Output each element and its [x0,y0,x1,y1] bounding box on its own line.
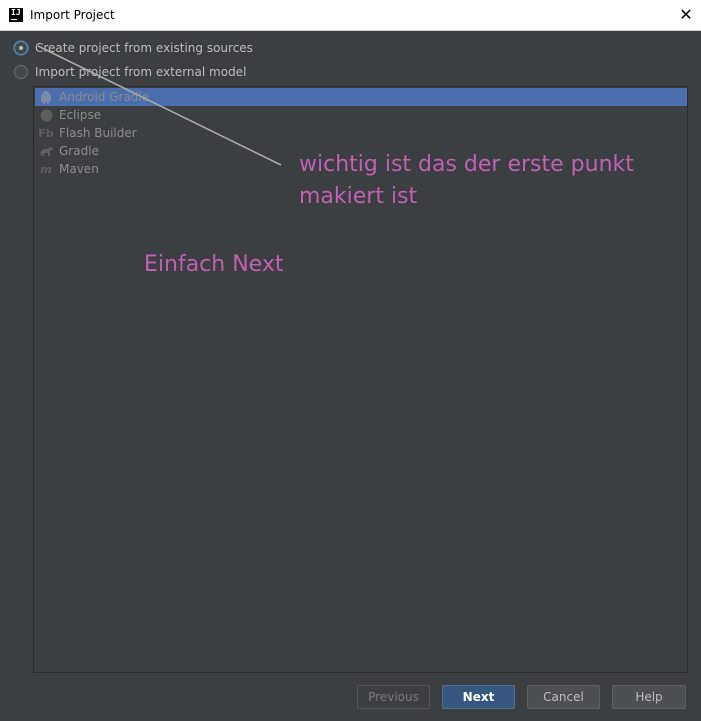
cancel-button[interactable]: Cancel [527,685,600,709]
annotation-note-line1: wichtig ist das der erste punkt [299,152,634,177]
annotation-einfach-next: Einfach Next [144,252,284,277]
annotation-note-line2: makiert ist [299,184,418,209]
help-button[interactable]: Help [612,685,686,709]
annotation-arrow-line [37,45,282,166]
previous-button[interactable]: Previous [357,685,430,709]
next-button[interactable]: Next [442,685,515,709]
